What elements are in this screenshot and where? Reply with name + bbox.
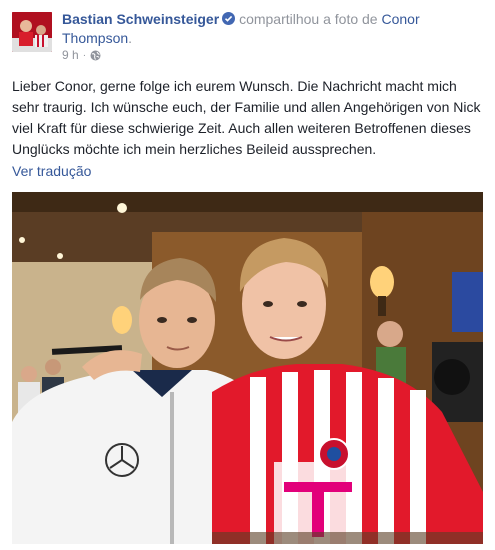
author-avatar[interactable] <box>12 12 52 52</box>
post-card: Bastian Schweinsteiger compartilhou a fo… <box>0 0 495 550</box>
post-meta: 9 h · <box>62 48 101 62</box>
meta-separator: · <box>82 49 87 61</box>
verified-badge-icon <box>222 12 236 25</box>
author-name-link[interactable]: Bastian Schweinsteiger <box>62 11 219 27</box>
post-header: Bastian Schweinsteiger compartilhou a fo… <box>62 10 483 48</box>
post-photo[interactable] <box>12 192 483 544</box>
globe-icon[interactable] <box>90 50 101 61</box>
header-period: . <box>128 30 133 46</box>
photo-illustration <box>12 192 483 544</box>
see-translation-link[interactable]: Ver tradução <box>12 163 91 179</box>
share-action-text: compartilhou a foto de <box>239 11 378 27</box>
post-timestamp[interactable]: 9 h <box>62 48 79 62</box>
post-message: Lieber Conor, gerne folge ich eurem Wuns… <box>12 78 481 157</box>
